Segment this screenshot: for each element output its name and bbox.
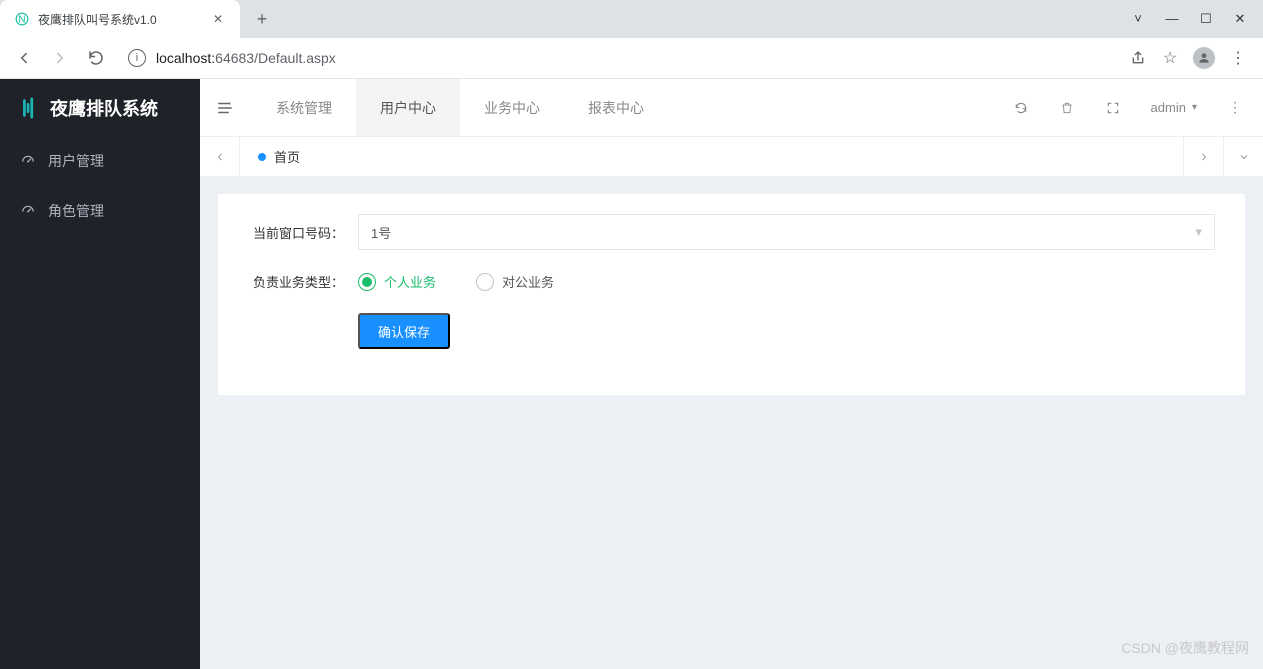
window-number-label: 当前窗口号码： xyxy=(248,223,358,242)
radio-label: 个人业务 xyxy=(384,272,436,291)
radio-label: 对公业务 xyxy=(502,272,554,291)
logo-icon xyxy=(18,97,40,119)
close-window-icon[interactable]: ✕ xyxy=(1233,11,1247,27)
browser-tab[interactable]: 夜鹰排队叫号系统v1.0 ✕ xyxy=(0,0,240,38)
active-dot-icon xyxy=(258,153,266,161)
window-number-control: 1号 ▾ xyxy=(358,214,1215,250)
topnav-item-business[interactable]: 业务中心 xyxy=(460,79,564,136)
page-tabs-bar: 首页 xyxy=(200,136,1263,176)
trash-icon[interactable] xyxy=(1059,100,1075,116)
save-button[interactable]: 确认保存 xyxy=(358,313,450,349)
star-icon[interactable]: ☆ xyxy=(1161,49,1179,67)
back-button[interactable] xyxy=(10,44,38,72)
address-bar[interactable]: i localhost:64683/Default.aspx xyxy=(118,43,1121,73)
tab-scroll-right[interactable] xyxy=(1183,137,1223,176)
topnav: 系统管理 用户中心 业务中心 报表中心 xyxy=(252,79,668,136)
sidebar: 夜鹰排队系统 用户管理 角色管理 xyxy=(0,79,200,669)
main: 系统管理 用户中心 业务中心 报表中心 xyxy=(200,79,1263,669)
browser-tabs-row: 夜鹰排队叫号系统v1.0 ✕ + ˅ — ☐ ✕ xyxy=(0,0,1263,38)
browser-address-row: i localhost:64683/Default.aspx ☆ ⋮ xyxy=(0,38,1263,78)
form-row-window: 当前窗口号码： 1号 ▾ xyxy=(248,214,1215,250)
business-type-control: 个人业务 对公业务 xyxy=(358,272,1215,291)
kebab-menu-icon[interactable]: ⋮ xyxy=(1229,49,1247,67)
user-dropdown[interactable]: admin ▾ xyxy=(1151,100,1197,115)
site-info-icon[interactable]: i xyxy=(128,49,146,67)
dashboard-icon xyxy=(20,153,36,169)
new-tab-button[interactable]: + xyxy=(248,5,276,33)
chevron-down-icon[interactable]: ˅ xyxy=(1131,11,1145,27)
caret-down-icon: ▾ xyxy=(1195,224,1202,240)
tab-menu-toggle[interactable] xyxy=(1223,137,1263,176)
browser-tab-title: 夜鹰排队叫号系统v1.0 xyxy=(38,11,202,28)
reload-button[interactable] xyxy=(82,44,110,72)
topnav-item-system[interactable]: 系统管理 xyxy=(252,79,356,136)
select-value: 1号 xyxy=(371,223,391,242)
close-icon[interactable]: ✕ xyxy=(210,11,226,27)
refresh-icon[interactable] xyxy=(1013,100,1029,116)
form-card: 当前窗口号码： 1号 ▾ 负责业务类型： 个人业 xyxy=(218,194,1245,395)
business-type-label: 负责业务类型： xyxy=(248,272,358,291)
app-root: 夜鹰排队系统 用户管理 角色管理 系统管理 用户中心 xyxy=(0,79,1263,669)
topnav-item-reports[interactable]: 报表中心 xyxy=(564,79,668,136)
dashboard-icon xyxy=(20,203,36,219)
fullscreen-icon[interactable] xyxy=(1105,100,1121,116)
radio-icon xyxy=(476,273,494,291)
radio-corporate[interactable]: 对公业务 xyxy=(476,272,554,291)
topnav-item-user-center[interactable]: 用户中心 xyxy=(356,79,460,136)
form-row-actions: 确认保存 xyxy=(248,313,1215,349)
url-text: localhost:64683/Default.aspx xyxy=(156,50,336,66)
brand-title: 夜鹰排队系统 xyxy=(50,95,158,121)
profile-avatar[interactable] xyxy=(1193,47,1215,69)
minimize-icon[interactable]: — xyxy=(1165,11,1179,27)
forward-button[interactable] xyxy=(46,44,74,72)
sidebar-item-role-management[interactable]: 角色管理 xyxy=(0,186,200,236)
sidebar-item-label: 用户管理 xyxy=(48,151,104,171)
sidebar-header: 夜鹰排队系统 xyxy=(0,79,200,136)
sidebar-item-user-management[interactable]: 用户管理 xyxy=(0,136,200,186)
form-row-business-type: 负责业务类型： 个人业务 对公业务 xyxy=(248,272,1215,291)
caret-down-icon: ▾ xyxy=(1192,102,1197,113)
page-tab-label: 首页 xyxy=(274,147,300,166)
tab-scroll-left[interactable] xyxy=(200,137,240,176)
address-right-icons: ☆ ⋮ xyxy=(1129,47,1253,69)
favicon-icon xyxy=(14,11,30,27)
browser-chrome: 夜鹰排队叫号系统v1.0 ✕ + ˅ — ☐ ✕ i localhost:646… xyxy=(0,0,1263,79)
radio-group: 个人业务 对公业务 xyxy=(358,272,1215,291)
topbar: 系统管理 用户中心 业务中心 报表中心 xyxy=(200,79,1263,136)
sidebar-item-label: 角色管理 xyxy=(48,201,104,221)
kebab-menu-icon[interactable]: ⋮ xyxy=(1227,100,1243,116)
window-number-select[interactable]: 1号 ▾ xyxy=(358,214,1215,250)
content-area: 当前窗口号码： 1号 ▾ 负责业务类型： 个人业 xyxy=(200,176,1263,669)
sidebar-toggle-button[interactable] xyxy=(214,97,236,119)
radio-icon xyxy=(358,273,376,291)
maximize-icon[interactable]: ☐ xyxy=(1199,11,1213,27)
share-icon[interactable] xyxy=(1129,49,1147,67)
topbar-right: admin ▾ ⋮ xyxy=(1013,100,1249,116)
window-controls: ˅ — ☐ ✕ xyxy=(1131,11,1263,27)
page-tab-home[interactable]: 首页 xyxy=(240,137,318,176)
radio-personal[interactable]: 个人业务 xyxy=(358,272,436,291)
